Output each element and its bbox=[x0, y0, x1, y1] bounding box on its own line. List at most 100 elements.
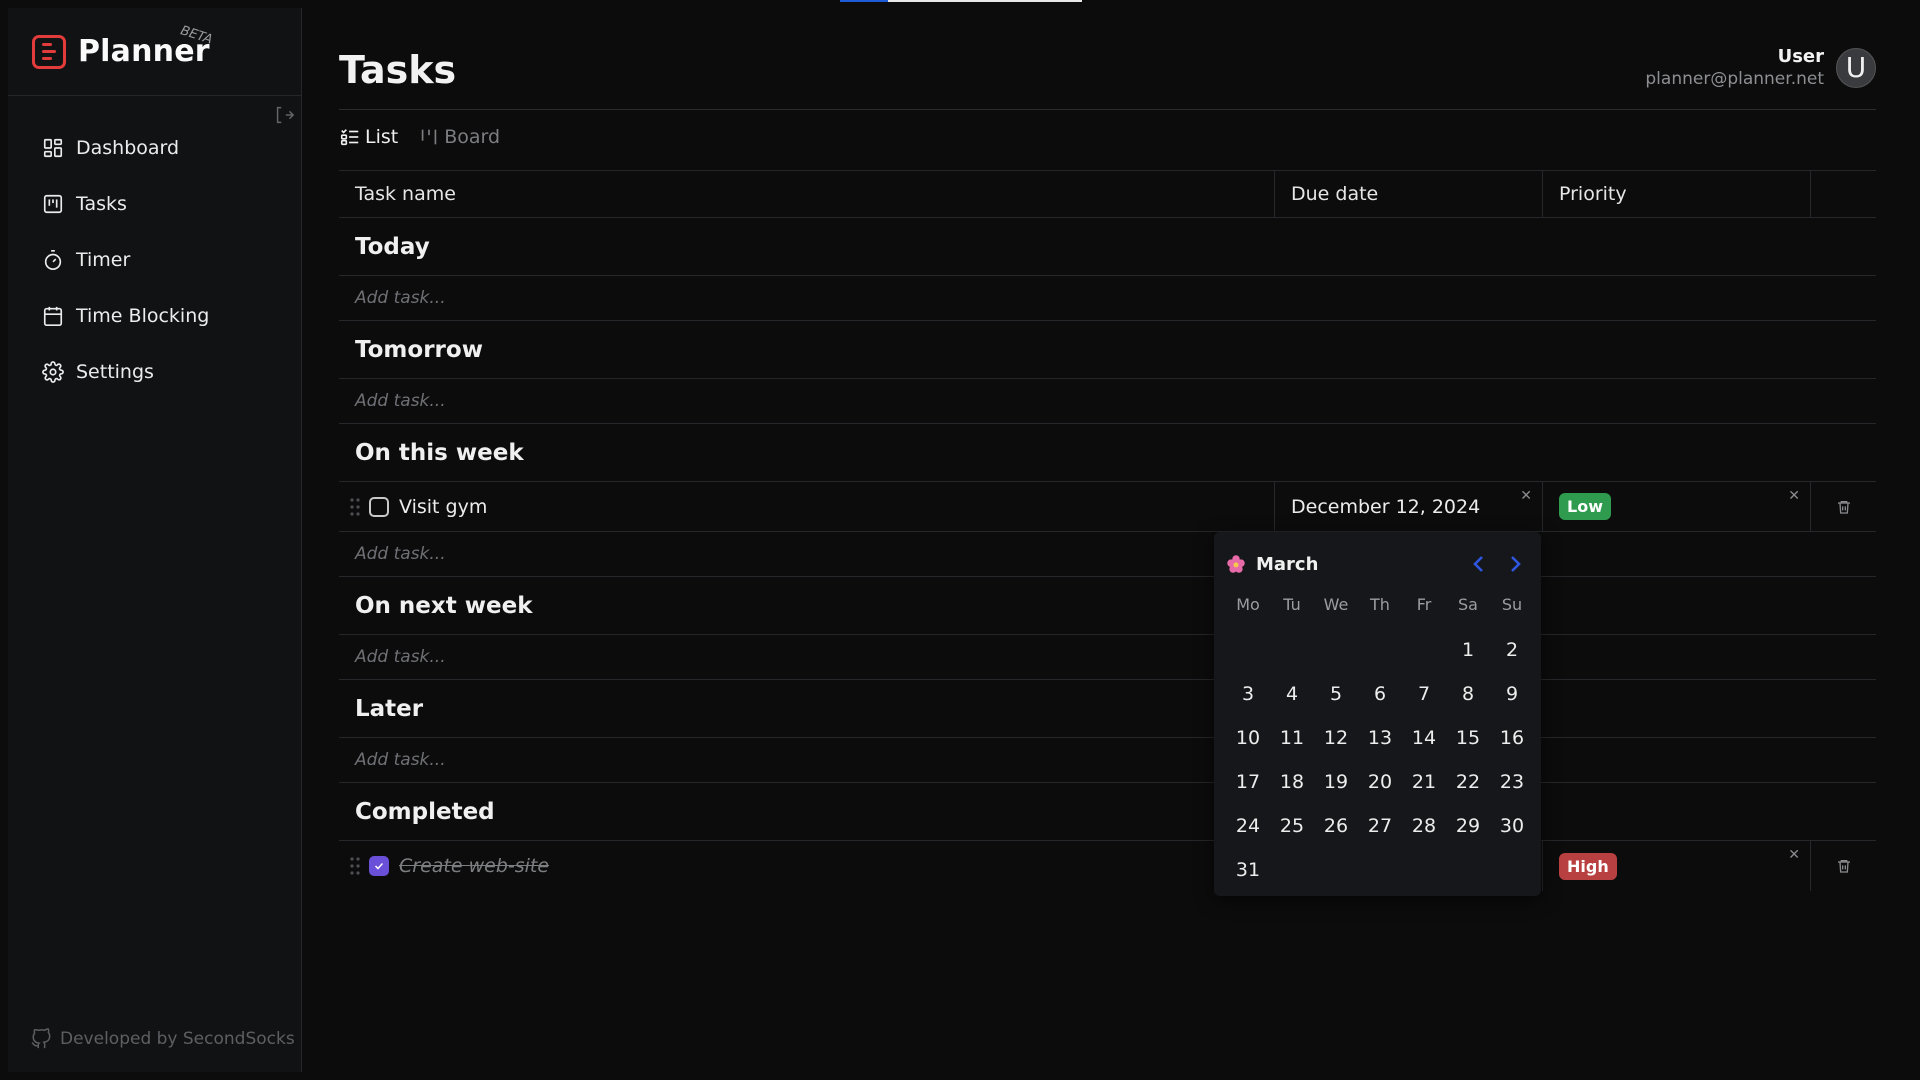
chevron-left-icon[interactable] bbox=[1467, 552, 1491, 576]
page-title: Tasks bbox=[339, 48, 457, 92]
sidebar-item-timer[interactable]: Timer bbox=[8, 232, 301, 288]
sidebar-item-settings[interactable]: Settings bbox=[8, 344, 301, 400]
sidebar-item-time-blocking[interactable]: Time Blocking bbox=[8, 288, 301, 344]
calendar-days: 1 2 3 4 5 6 7 8 9 10 11 12 13 14 15 16 17 18 19 20 21 22 23 24 2… bbox=[1226, 628, 1534, 892]
gear-icon bbox=[42, 361, 64, 383]
priority-field[interactable]: Low ✕ bbox=[1543, 482, 1811, 531]
trash-icon[interactable] bbox=[1836, 858, 1852, 874]
github-icon bbox=[31, 1028, 51, 1049]
trash-icon[interactable] bbox=[1836, 499, 1852, 515]
dashboard-icon bbox=[43, 138, 63, 158]
calendar-day[interactable]: 17 bbox=[1226, 760, 1270, 804]
calendar-day[interactable]: 3 bbox=[1226, 672, 1270, 716]
add-task-input[interactable]: Add task... bbox=[339, 379, 1876, 424]
calendar-weekday: Su bbox=[1501, 594, 1523, 614]
task-checkbox[interactable] bbox=[369, 856, 389, 876]
task-name[interactable]: Visit gym bbox=[399, 496, 487, 518]
calendar-day[interactable]: 5 bbox=[1314, 672, 1358, 716]
calendar-day[interactable]: 31 bbox=[1226, 848, 1270, 892]
group-header-today: Today bbox=[339, 218, 1876, 276]
calendar-day[interactable]: 13 bbox=[1358, 716, 1402, 760]
priority-badge: High bbox=[1559, 852, 1617, 880]
priority-badge: Low bbox=[1559, 493, 1611, 520]
group-header-completed: Completed bbox=[339, 783, 1876, 841]
calendar-day[interactable]: 27 bbox=[1358, 804, 1402, 848]
calendar-day[interactable]: 14 bbox=[1402, 716, 1446, 760]
calendar-day[interactable]: 8 bbox=[1446, 672, 1490, 716]
calendar-day[interactable]: 30 bbox=[1490, 804, 1534, 848]
clear-priority-icon[interactable]: ✕ bbox=[1788, 488, 1800, 504]
column-header-due-date: Due date bbox=[1275, 171, 1543, 217]
calendar-day[interactable]: 22 bbox=[1446, 760, 1490, 804]
check-icon bbox=[374, 862, 384, 870]
chevron-right-icon[interactable] bbox=[1503, 552, 1527, 576]
timer-icon bbox=[44, 250, 62, 270]
sidebar-item-label: Settings bbox=[76, 361, 154, 383]
sidebar-nav: Dashboard Tasks Timer Time Blocking Sett… bbox=[8, 120, 301, 400]
board-view-label: Board bbox=[444, 126, 501, 148]
calendar-weekday: Tu bbox=[1283, 594, 1301, 614]
calendar-day[interactable]: 19 bbox=[1314, 760, 1358, 804]
calendar-weekday: Sa bbox=[1458, 594, 1478, 614]
calendar-day[interactable]: 16 bbox=[1490, 716, 1534, 760]
group-header-later: Later bbox=[339, 680, 1876, 738]
calendar-day[interactable]: 26 bbox=[1314, 804, 1358, 848]
table-header: Task name Due date Priority bbox=[339, 170, 1876, 218]
calendar-day[interactable]: 2 bbox=[1490, 628, 1534, 672]
user-profile[interactable]: User planner@planner.net U bbox=[1645, 46, 1876, 89]
table-row: Create web-site High ✕ bbox=[339, 841, 1876, 891]
calendar-day[interactable]: 10 bbox=[1226, 716, 1270, 760]
calendar-day[interactable]: 11 bbox=[1270, 716, 1314, 760]
calendar-day-empty bbox=[1226, 628, 1270, 672]
add-task-input[interactable]: Add task... bbox=[339, 738, 1876, 783]
calendar-weekday: Fr bbox=[1416, 594, 1432, 614]
avatar[interactable]: U bbox=[1836, 47, 1876, 88]
kanban-icon bbox=[43, 194, 63, 214]
sidebar-item-dashboard[interactable]: Dashboard bbox=[8, 120, 301, 176]
column-header-actions bbox=[1811, 171, 1876, 217]
column-header-priority: Priority bbox=[1543, 171, 1811, 217]
calendar-day[interactable]: 6 bbox=[1358, 672, 1402, 716]
calendar-weekday: We bbox=[1323, 594, 1349, 614]
sidebar-item-label: Tasks bbox=[76, 193, 127, 215]
sidebar-item-label: Timer bbox=[76, 249, 131, 271]
calendar-day-empty bbox=[1314, 628, 1358, 672]
list-view-button[interactable]: List bbox=[339, 126, 398, 148]
add-task-input[interactable]: Add task... bbox=[339, 635, 1876, 680]
kanban-icon bbox=[421, 129, 437, 145]
group-header-tomorrow: Tomorrow bbox=[339, 321, 1876, 379]
calendar-day[interactable]: 9 bbox=[1490, 672, 1534, 716]
planner-logo-icon bbox=[32, 34, 66, 69]
calendar-day[interactable]: 15 bbox=[1446, 716, 1490, 760]
calendar-day[interactable]: 28 bbox=[1402, 804, 1446, 848]
calendar-day[interactable]: 12 bbox=[1314, 716, 1358, 760]
task-name[interactable]: Create web-site bbox=[399, 855, 549, 877]
calendar-day[interactable]: 7 bbox=[1402, 672, 1446, 716]
sidebar-item-tasks[interactable]: Tasks bbox=[8, 176, 301, 232]
drag-handle-icon[interactable] bbox=[349, 856, 361, 876]
calendar-day[interactable]: 24 bbox=[1226, 804, 1270, 848]
list-icon bbox=[340, 129, 359, 146]
developer-credit[interactable]: Developed by SecondSocks bbox=[30, 1028, 295, 1050]
calendar-day[interactable]: 1 bbox=[1446, 628, 1490, 672]
calendar-day[interactable]: 18 bbox=[1270, 760, 1314, 804]
calendar-day[interactable]: 4 bbox=[1270, 672, 1314, 716]
calendar-day[interactable]: 25 bbox=[1270, 804, 1314, 848]
clear-priority-icon[interactable]: ✕ bbox=[1788, 847, 1800, 863]
calendar-weekday: Th bbox=[1370, 594, 1390, 614]
task-checkbox[interactable] bbox=[369, 496, 389, 517]
drag-handle-icon[interactable] bbox=[349, 497, 361, 517]
clear-due-date-icon[interactable]: ✕ bbox=[1520, 488, 1532, 504]
add-task-input[interactable]: Add task... bbox=[339, 276, 1876, 321]
board-view-button[interactable]: Board bbox=[418, 126, 500, 148]
calendar-day[interactable]: 20 bbox=[1358, 760, 1402, 804]
calendar-day[interactable]: 21 bbox=[1402, 760, 1446, 804]
developer-credit-text: Developed by SecondSocks bbox=[60, 1029, 295, 1049]
brand[interactable]: Planner BETA bbox=[8, 8, 301, 96]
due-date-field[interactable]: December 12, 2024 ✕ bbox=[1275, 482, 1543, 531]
priority-field[interactable]: High ✕ bbox=[1543, 841, 1811, 891]
calendar-day[interactable]: 23 bbox=[1490, 760, 1534, 804]
calendar-day[interactable]: 29 bbox=[1446, 804, 1490, 848]
add-task-input[interactable]: Add task... bbox=[339, 532, 1876, 577]
header-divider bbox=[339, 109, 1876, 110]
